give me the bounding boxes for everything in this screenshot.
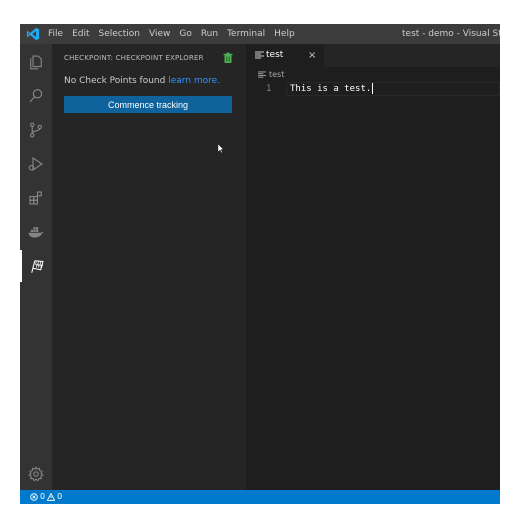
editor-tab-bar: test × — [246, 44, 500, 67]
activity-search[interactable] — [20, 80, 52, 112]
commence-tracking-button[interactable]: Commence tracking — [64, 96, 232, 113]
status-bar: 0 0 — [20, 490, 500, 504]
warning-count: 0 — [57, 492, 63, 501]
menu-run[interactable]: Run — [201, 24, 218, 44]
editor-line[interactable]: 1 This is a test. — [246, 82, 500, 96]
tab-label: test — [266, 50, 284, 60]
vscode-window: File Edit Selection View Go Run Terminal… — [20, 24, 500, 504]
sidebar-title: CHECKPOINT: CHECKPOINT EXPLORER — [64, 54, 204, 62]
window-title: test - demo - Visual Studio Code — [402, 29, 500, 39]
activity-extensions[interactable] — [20, 182, 52, 214]
text-caret — [372, 83, 374, 94]
activity-source-control[interactable] — [20, 114, 52, 146]
activity-docker[interactable] — [20, 216, 52, 248]
text-file-icon — [255, 51, 264, 59]
text-file-icon — [258, 71, 266, 78]
empty-state-message: No Check Points found learn more. — [64, 76, 220, 86]
empty-state-text: No Check Points found — [64, 76, 166, 86]
checkpoint-icon — [31, 260, 44, 273]
error-count: 0 — [40, 492, 46, 501]
run-debug-icon — [28, 156, 44, 172]
activity-run-debug[interactable] — [20, 148, 52, 180]
vscode-logo-icon — [26, 27, 40, 41]
menu-file[interactable]: File — [48, 24, 63, 44]
explorer-icon — [30, 55, 42, 70]
close-icon[interactable]: × — [308, 44, 316, 67]
source-control-icon — [30, 122, 42, 138]
activity-checkpoint[interactable] — [20, 250, 52, 282]
menu-edit[interactable]: Edit — [72, 24, 89, 44]
line-content: This is a test. — [290, 84, 372, 94]
learn-more-link[interactable]: learn more. — [168, 76, 220, 86]
settings-gear-icon — [28, 466, 44, 482]
line-number: 1 — [266, 84, 272, 94]
menu-go[interactable]: Go — [179, 24, 191, 44]
breadcrumb-file: test — [269, 70, 285, 79]
activity-settings[interactable] — [20, 458, 52, 490]
extensions-icon — [29, 191, 42, 205]
activity-bar — [20, 44, 52, 490]
menu-selection[interactable]: Selection — [99, 24, 140, 44]
menu-bar: File Edit Selection View Go Run Terminal… — [48, 24, 304, 44]
warning-icon — [47, 493, 56, 501]
mouse-pointer-icon — [218, 144, 224, 153]
tab-test[interactable]: test × — [246, 44, 324, 67]
checkpoint-explorer-panel: CHECKPOINT: CHECKPOINT EXPLORER No Check… — [52, 44, 246, 490]
error-icon — [30, 493, 38, 501]
docker-icon — [28, 227, 44, 238]
trash-icon[interactable] — [222, 52, 234, 64]
menu-help[interactable]: Help — [274, 24, 295, 44]
menu-view[interactable]: View — [149, 24, 170, 44]
title-bar: File Edit Selection View Go Run Terminal… — [20, 24, 500, 44]
menu-terminal[interactable]: Terminal — [227, 24, 265, 44]
activity-explorer[interactable] — [20, 46, 52, 78]
breadcrumb[interactable]: test — [258, 70, 284, 79]
search-icon — [29, 89, 43, 103]
status-problems[interactable]: 0 0 — [30, 490, 62, 504]
line-text[interactable]: This is a test. — [290, 82, 374, 96]
